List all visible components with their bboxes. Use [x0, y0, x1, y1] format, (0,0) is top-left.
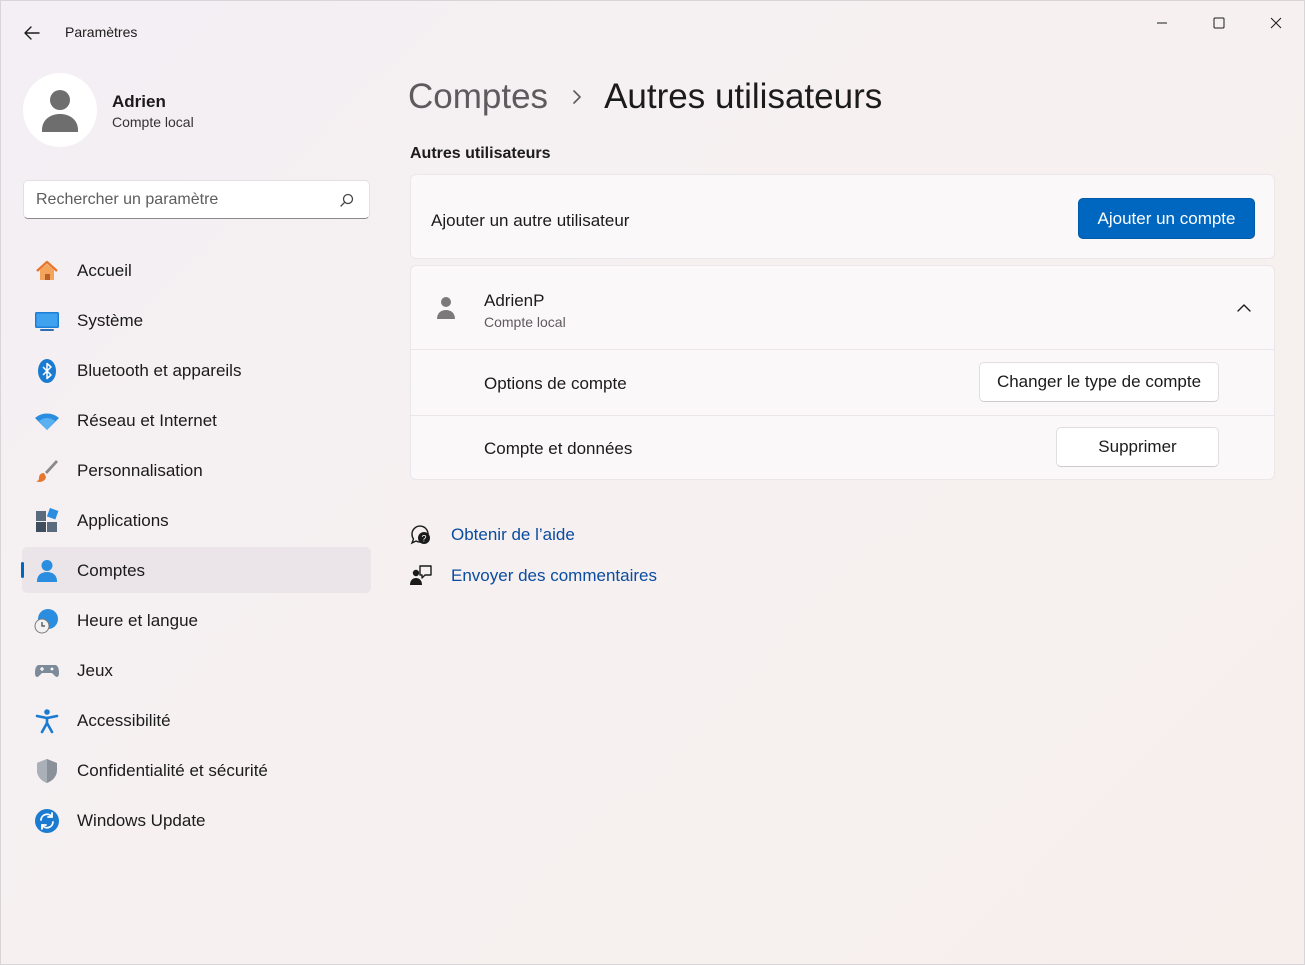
search-input[interactable] — [36, 189, 326, 211]
sidebar-item-heure-langue[interactable]: Heure et langue — [22, 597, 371, 643]
minimize-icon — [1157, 22, 1167, 24]
add-user-card: Ajouter un autre utilisateur Ajouter un … — [410, 174, 1275, 259]
account-data-label: Compte et données — [484, 439, 633, 458]
sidebar-item-windows-update[interactable]: Windows Update — [22, 797, 371, 843]
system-icon — [34, 308, 60, 334]
sidebar-item-reseau[interactable]: Réseau et Internet — [22, 397, 371, 443]
section-title: Autres utilisateurs — [410, 145, 551, 162]
sidebar-item-label: Accessibilité — [77, 711, 171, 730]
avatar — [23, 73, 97, 147]
sidebar-item-label: Système — [77, 311, 144, 330]
breadcrumb: Comptes Autres utilisateurs — [408, 75, 882, 119]
apps-icon — [34, 508, 60, 534]
person-icon — [42, 90, 78, 132]
search-box[interactable] — [23, 180, 370, 219]
settings-window: Paramètres Adrien Compte local Recherche… — [0, 0, 1305, 965]
wifi-icon — [34, 408, 60, 434]
user-card-header[interactable]: AdrienP Compte local — [411, 266, 1274, 350]
minimize-button[interactable] — [1139, 9, 1185, 37]
title-bar: Paramètres — [1, 1, 1304, 49]
change-account-type-button[interactable]: Changer le type de compte — [979, 362, 1219, 402]
sidebar-item-accessibilite[interactable]: Accessibilité — [22, 697, 371, 743]
app-title: Paramètres — [65, 24, 138, 40]
windows-update-icon — [34, 808, 60, 834]
delete-button[interactable]: Supprimer — [1056, 427, 1219, 467]
sidebar-item-label: Réseau et Internet — [77, 411, 217, 430]
sidebar-item-bluetooth[interactable]: Bluetooth et appareils — [22, 347, 371, 393]
get-help-text[interactable]: Obtenir de l’aide — [451, 525, 575, 545]
sidebar-item-label: Personnalisation — [77, 461, 203, 480]
search-icon[interactable] — [339, 192, 355, 208]
brush-icon — [34, 458, 60, 484]
back-arrow-icon — [24, 26, 40, 40]
sidebar-item-label: Bluetooth et appareils — [77, 361, 242, 380]
svg-text:?: ? — [421, 534, 426, 544]
chevron-right-icon — [570, 90, 584, 104]
profile-account-type: Compte local — [112, 114, 194, 130]
breadcrumb-parent[interactable]: Comptes — [408, 77, 548, 117]
sidebar-item-label: Windows Update — [77, 811, 206, 830]
help-chat-icon: ? — [410, 525, 430, 545]
account-options-label: Options de compte — [484, 374, 627, 393]
user-name: AdrienP — [484, 291, 545, 310]
sidebar-nav: Accueil Système Bluetooth et appareils R… — [21, 247, 371, 847]
back-button[interactable] — [15, 19, 49, 47]
user-account-type: Compte local — [484, 314, 566, 330]
close-icon — [1270, 17, 1282, 29]
person-icon — [437, 297, 455, 319]
account-options-row: Options de compte Changer le type de com… — [411, 351, 1274, 416]
bluetooth-icon — [34, 358, 60, 384]
sidebar-item-label: Heure et langue — [77, 611, 198, 630]
maximize-button[interactable] — [1196, 9, 1242, 37]
close-button[interactable] — [1253, 9, 1299, 37]
sidebar-item-personnalisation[interactable]: Personnalisation — [22, 447, 371, 493]
add-account-button[interactable]: Ajouter un compte — [1078, 198, 1255, 239]
sidebar-item-applications[interactable]: Applications — [22, 497, 371, 543]
feedback-text[interactable]: Envoyer des commentaires — [451, 566, 657, 586]
sidebar-item-jeux[interactable]: Jeux — [22, 647, 371, 693]
home-icon — [34, 258, 60, 284]
sidebar-item-systeme[interactable]: Système — [22, 297, 371, 343]
sidebar-item-label: Confidentialité et sécurité — [77, 761, 268, 780]
get-help-link[interactable]: ? Obtenir de l’aide — [409, 521, 709, 549]
sidebar-item-comptes[interactable]: Comptes — [21, 547, 371, 593]
shield-icon — [34, 758, 60, 784]
sidebar-item-label: Comptes — [77, 561, 146, 580]
feedback-link[interactable]: Envoyer des commentaires — [409, 562, 709, 590]
feedback-icon — [410, 565, 432, 585]
page-title: Autres utilisateurs — [604, 77, 883, 116]
gamepad-icon — [34, 658, 60, 684]
accounts-icon — [34, 558, 60, 584]
chevron-up-icon[interactable] — [1236, 300, 1252, 316]
sidebar-item-label: Accueil — [77, 261, 132, 280]
add-user-label: Ajouter un autre utilisateur — [431, 211, 630, 230]
sidebar-item-confidentialite[interactable]: Confidentialité et sécurité — [22, 747, 371, 793]
profile-name: Adrien — [112, 92, 166, 111]
sidebar-item-label: Jeux — [77, 661, 113, 680]
sidebar-item-label: Applications — [77, 511, 169, 530]
accessibility-icon — [34, 708, 60, 734]
user-profile[interactable]: Adrien Compte local — [23, 73, 363, 149]
account-data-row: Compte et données Supprimer — [411, 416, 1274, 481]
sidebar-item-accueil[interactable]: Accueil — [22, 247, 371, 293]
time-language-icon — [34, 608, 60, 634]
user-card: AdrienP Compte local Options de compte C… — [410, 265, 1275, 480]
maximize-icon — [1213, 17, 1225, 29]
